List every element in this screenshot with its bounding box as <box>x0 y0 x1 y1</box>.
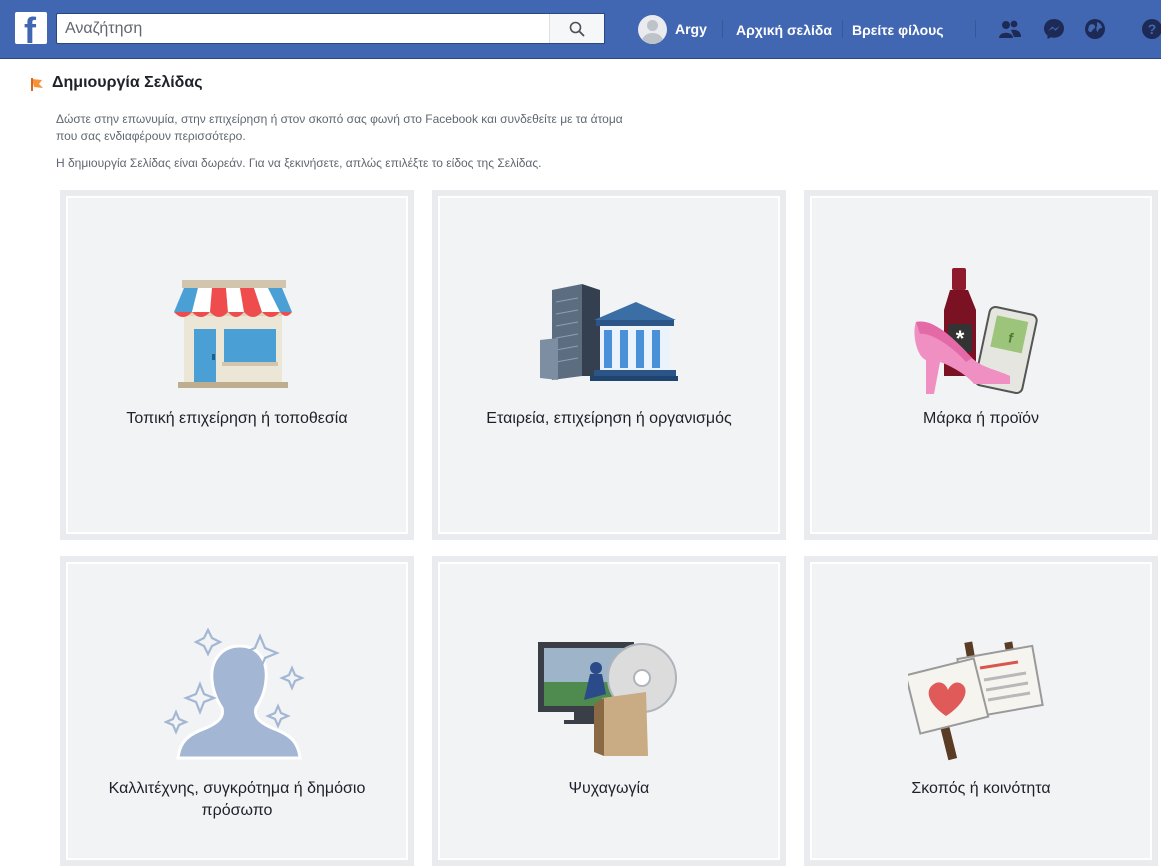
search-button[interactable] <box>549 14 604 43</box>
nav-divider <box>842 20 843 38</box>
category-card-company[interactable]: Εταιρεία, επιχείρηση ή οργανισμός <box>432 190 786 540</box>
nav-divider <box>975 20 976 38</box>
category-label: Μάρκα ή προϊόν <box>922 410 1039 427</box>
category-label: Εταιρεία, επιχείρηση ή οργανισμός <box>486 410 732 427</box>
category-card-public-figure[interactable]: Καλλιτέχνης, συγκρότημα ή δημόσιο πρόσωπ… <box>60 556 414 866</box>
profile-name: Argy <box>675 21 707 37</box>
messenger-icon[interactable] <box>1042 17 1066 41</box>
help-icon[interactable]: ? <box>1140 17 1161 41</box>
category-label: πρόσωπο <box>201 802 273 819</box>
find-friends-link[interactable]: Βρείτε φίλους <box>852 22 944 38</box>
category-label: Καλλιτέχνης, συγκρότημα ή δημόσιο <box>108 780 366 797</box>
search-input[interactable] <box>57 14 563 43</box>
home-link[interactable]: Αρχική σελίδα <box>736 22 832 38</box>
search-box <box>56 13 605 44</box>
category-card-entertainment[interactable]: Ψυχαγωγία <box>432 556 786 866</box>
page-description: που σας ενδιαφέρουν περισσότερο. <box>56 129 246 143</box>
facebook-logo-icon[interactable]: f <box>15 12 47 44</box>
page-description: Δώστε στην επωνυμία, στην επιχείρηση ή σ… <box>56 112 623 126</box>
public-figure-icon <box>164 628 305 760</box>
category-label: Σκοπός ή κοινότητα <box>911 780 1051 797</box>
entertainment-icon <box>538 642 677 756</box>
friend-requests-icon[interactable] <box>998 17 1022 41</box>
company-building-icon <box>540 284 678 381</box>
category-label: Τοπική επιχείρηση ή τοποθεσία <box>126 410 348 427</box>
category-card-brand[interactable]: * f Μάρκα ή προϊόν <box>804 190 1158 540</box>
flag-icon <box>31 78 43 91</box>
category-label: Ψυχαγωγία <box>568 780 650 797</box>
cause-community-icon <box>908 641 1044 761</box>
top-navigation-bar: f Argy Αρχική σελίδα Βρείτε φίλους ? <box>0 0 1161 59</box>
facebook-logo-letter: f <box>24 12 36 45</box>
page-title: Δημιουργία Σελίδας <box>52 74 203 91</box>
avatar <box>638 14 667 44</box>
svg-text:?: ? <box>1148 21 1157 37</box>
profile-link[interactable]: Argy <box>638 14 707 44</box>
search-icon <box>569 21 585 36</box>
nav-divider <box>722 20 723 38</box>
storefront-icon <box>174 280 292 388</box>
page-instructions: Η δημιουργία Σελίδας είναι δωρεάν. Για ν… <box>56 156 542 170</box>
category-card-local-business[interactable]: Τοπική επιχείρηση ή τοποθεσία <box>60 190 414 540</box>
notifications-globe-icon[interactable] <box>1083 17 1107 41</box>
category-card-cause[interactable]: Σκοπός ή κοινότητα <box>804 556 1158 866</box>
brand-product-icon: * f <box>914 268 1038 394</box>
